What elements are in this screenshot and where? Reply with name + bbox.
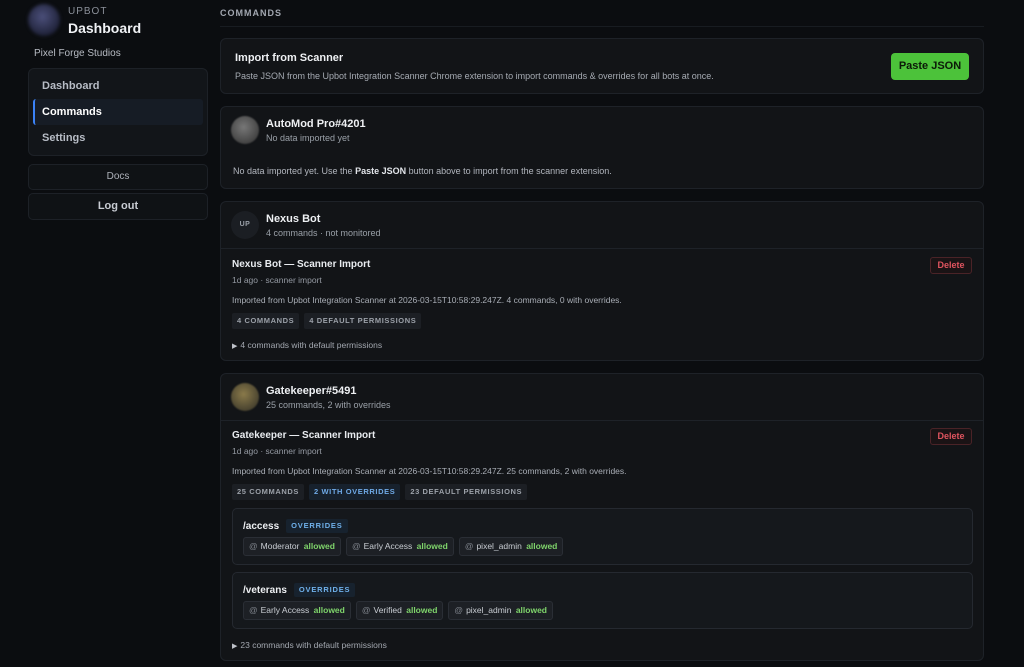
empty-message-start: No data imported yet. Use the: [233, 166, 356, 176]
import-record-title: Gatekeeper — Scanner Import: [232, 430, 376, 441]
brand: UPBOT Dashboard: [28, 4, 141, 36]
command-name-row: /access OVERRIDES: [243, 519, 348, 533]
overrides-badge: 2 WITH OVERRIDES: [309, 484, 401, 500]
overrides-tag: OVERRIDES: [293, 583, 356, 597]
bot-header: AutoMod Pro#4201 No data imported yet: [231, 116, 366, 144]
permission-chip: @ Moderator allowed: [243, 537, 341, 556]
import-record-description: Imported from Upbot Integration Scanner …: [232, 295, 622, 305]
docs-link[interactable]: Docs: [28, 164, 208, 190]
brand-sup: UPBOT: [68, 6, 108, 17]
bot-subtitle: 4 commands · not monitored: [266, 227, 381, 238]
avatar: [231, 116, 259, 144]
role-name: Moderator: [260, 541, 300, 551]
avatar: [231, 383, 259, 411]
divider: [221, 248, 983, 249]
sidebar-nav: Dashboard Commands Settings: [28, 68, 208, 156]
tag-list: 25 COMMANDS 2 WITH OVERRIDES 23 DEFAULT …: [232, 484, 528, 500]
empty-message-end: button above to import from the scanner …: [406, 166, 612, 176]
at-icon: @: [249, 605, 258, 615]
role-name: Verified: [373, 605, 402, 615]
org-name: Pixel Forge Studios: [34, 48, 121, 59]
permission-status: allowed: [303, 541, 335, 551]
bot-name: Nexus Bot: [266, 212, 321, 225]
import-card: Import from Scanner Paste JSON from the …: [220, 38, 984, 94]
count-badge: 4 COMMANDS: [232, 313, 300, 329]
permission-chip: @ pixel_admin allowed: [448, 601, 553, 620]
bot-name: AutoMod Pro#4201: [266, 117, 366, 130]
tag-list: 4 COMMANDS 4 DEFAULT PERMISSIONS: [232, 313, 422, 329]
permission-chips: @ Moderator allowed @ Early Access allowed…: [243, 537, 564, 556]
bot-subtitle: 25 commands, 2 with overrides: [266, 399, 391, 410]
triangle-right-icon: ▶: [232, 643, 238, 650]
import-record-meta: 1d ago · scanner import: [232, 446, 322, 456]
command-override-box: /access OVERRIDES @ Moderator allowed @ Ear…: [232, 508, 973, 565]
toggle-label: 4 commands with default permissions: [240, 340, 383, 350]
at-icon: @: [249, 541, 258, 551]
default-permissions-toggle[interactable]: ▶ 4 commands with default permissions: [232, 340, 382, 350]
import-title: Import from Scanner: [235, 52, 344, 64]
divider: [221, 420, 983, 421]
permission-chip: @ pixel_admin allowed: [458, 537, 564, 556]
brand-title: Dashboard: [68, 20, 142, 36]
bot-name: Gatekeeper#5491: [266, 384, 357, 397]
section-title: COMMANDS: [220, 8, 282, 18]
triangle-right-icon: ▶: [232, 343, 238, 350]
empty-message-bold: Paste JSON: [355, 166, 407, 176]
permission-status: allowed: [416, 541, 448, 551]
at-icon: @: [351, 541, 361, 551]
permission-chip: @ Verified allowed: [355, 601, 444, 620]
sidebar-item-settings[interactable]: Settings: [33, 125, 203, 151]
permission-chip: @ Early Access allowed: [345, 537, 454, 556]
delete-button[interactable]: Delete: [930, 428, 972, 445]
paste-json-button[interactable]: Paste JSON: [891, 53, 969, 80]
at-icon: @: [464, 541, 474, 551]
logout-button[interactable]: Log out: [28, 193, 208, 220]
toggle-label: 23 commands with default permissions: [240, 640, 387, 650]
command-name: /access: [243, 520, 280, 532]
sidebar-item-commands[interactable]: Commands: [33, 99, 203, 125]
import-record-description: Imported from Upbot Integration Scanner …: [232, 466, 627, 476]
command-override-box: /veterans OVERRIDES @ Early Access allowed…: [232, 572, 973, 629]
overrides-tag: OVERRIDES: [286, 519, 348, 533]
permission-status: allowed: [406, 605, 438, 615]
delete-button[interactable]: Delete: [930, 257, 972, 274]
permission-chips: @ Early Access allowed @ Verified allowed …: [243, 601, 553, 620]
sidebar-item-dashboard[interactable]: Dashboard: [33, 73, 203, 99]
import-record-meta: 1d ago · scanner import: [232, 275, 322, 285]
command-name: /veterans: [243, 584, 287, 596]
permission-chip: @ Early Access allowed: [243, 601, 351, 620]
permission-status: allowed: [515, 605, 547, 615]
bot-header: Gatekeeper#5491 25 commands, 2 with over…: [231, 383, 391, 411]
role-name: Early Access: [260, 605, 310, 615]
avatar: UP: [231, 211, 259, 239]
at-icon: @: [361, 605, 371, 615]
import-record-title: Nexus Bot — Scanner Import: [232, 259, 371, 270]
divider: [220, 26, 984, 27]
sidebar: UPBOT Dashboard Pixel Forge Studios Dash…: [0, 0, 212, 667]
empty-message: No data imported yet. Use the Paste JSON…: [233, 166, 612, 176]
role-name: pixel_admin: [466, 605, 512, 615]
bot-header: UP Nexus Bot 4 commands · not monitored: [231, 211, 381, 239]
import-description: Paste JSON from the Upbot Integration Sc…: [235, 71, 714, 81]
default-permissions-toggle[interactable]: ▶ 23 commands with default permissions: [232, 640, 387, 650]
count-badge: 4 DEFAULT PERMISSIONS: [304, 313, 422, 329]
at-icon: @: [454, 605, 464, 615]
bot-subtitle: No data imported yet: [266, 132, 350, 143]
count-badge: 23 DEFAULT PERMISSIONS: [405, 484, 528, 500]
count-badge: 25 COMMANDS: [232, 484, 305, 500]
bot-card-automod: AutoMod Pro#4201 No data imported yet No…: [220, 106, 984, 189]
permission-status: allowed: [313, 605, 345, 615]
bot-card-gatekeeper: Gatekeeper#5491 25 commands, 2 with over…: [220, 373, 984, 661]
brand-logo-icon: [28, 4, 60, 36]
role-name: Early Access: [363, 541, 413, 551]
bot-card-nexus: UP Nexus Bot 4 commands · not monitored …: [220, 201, 984, 361]
command-name-row: /veterans OVERRIDES: [243, 583, 356, 597]
permission-status: allowed: [526, 541, 558, 551]
role-name: pixel_admin: [476, 541, 522, 551]
